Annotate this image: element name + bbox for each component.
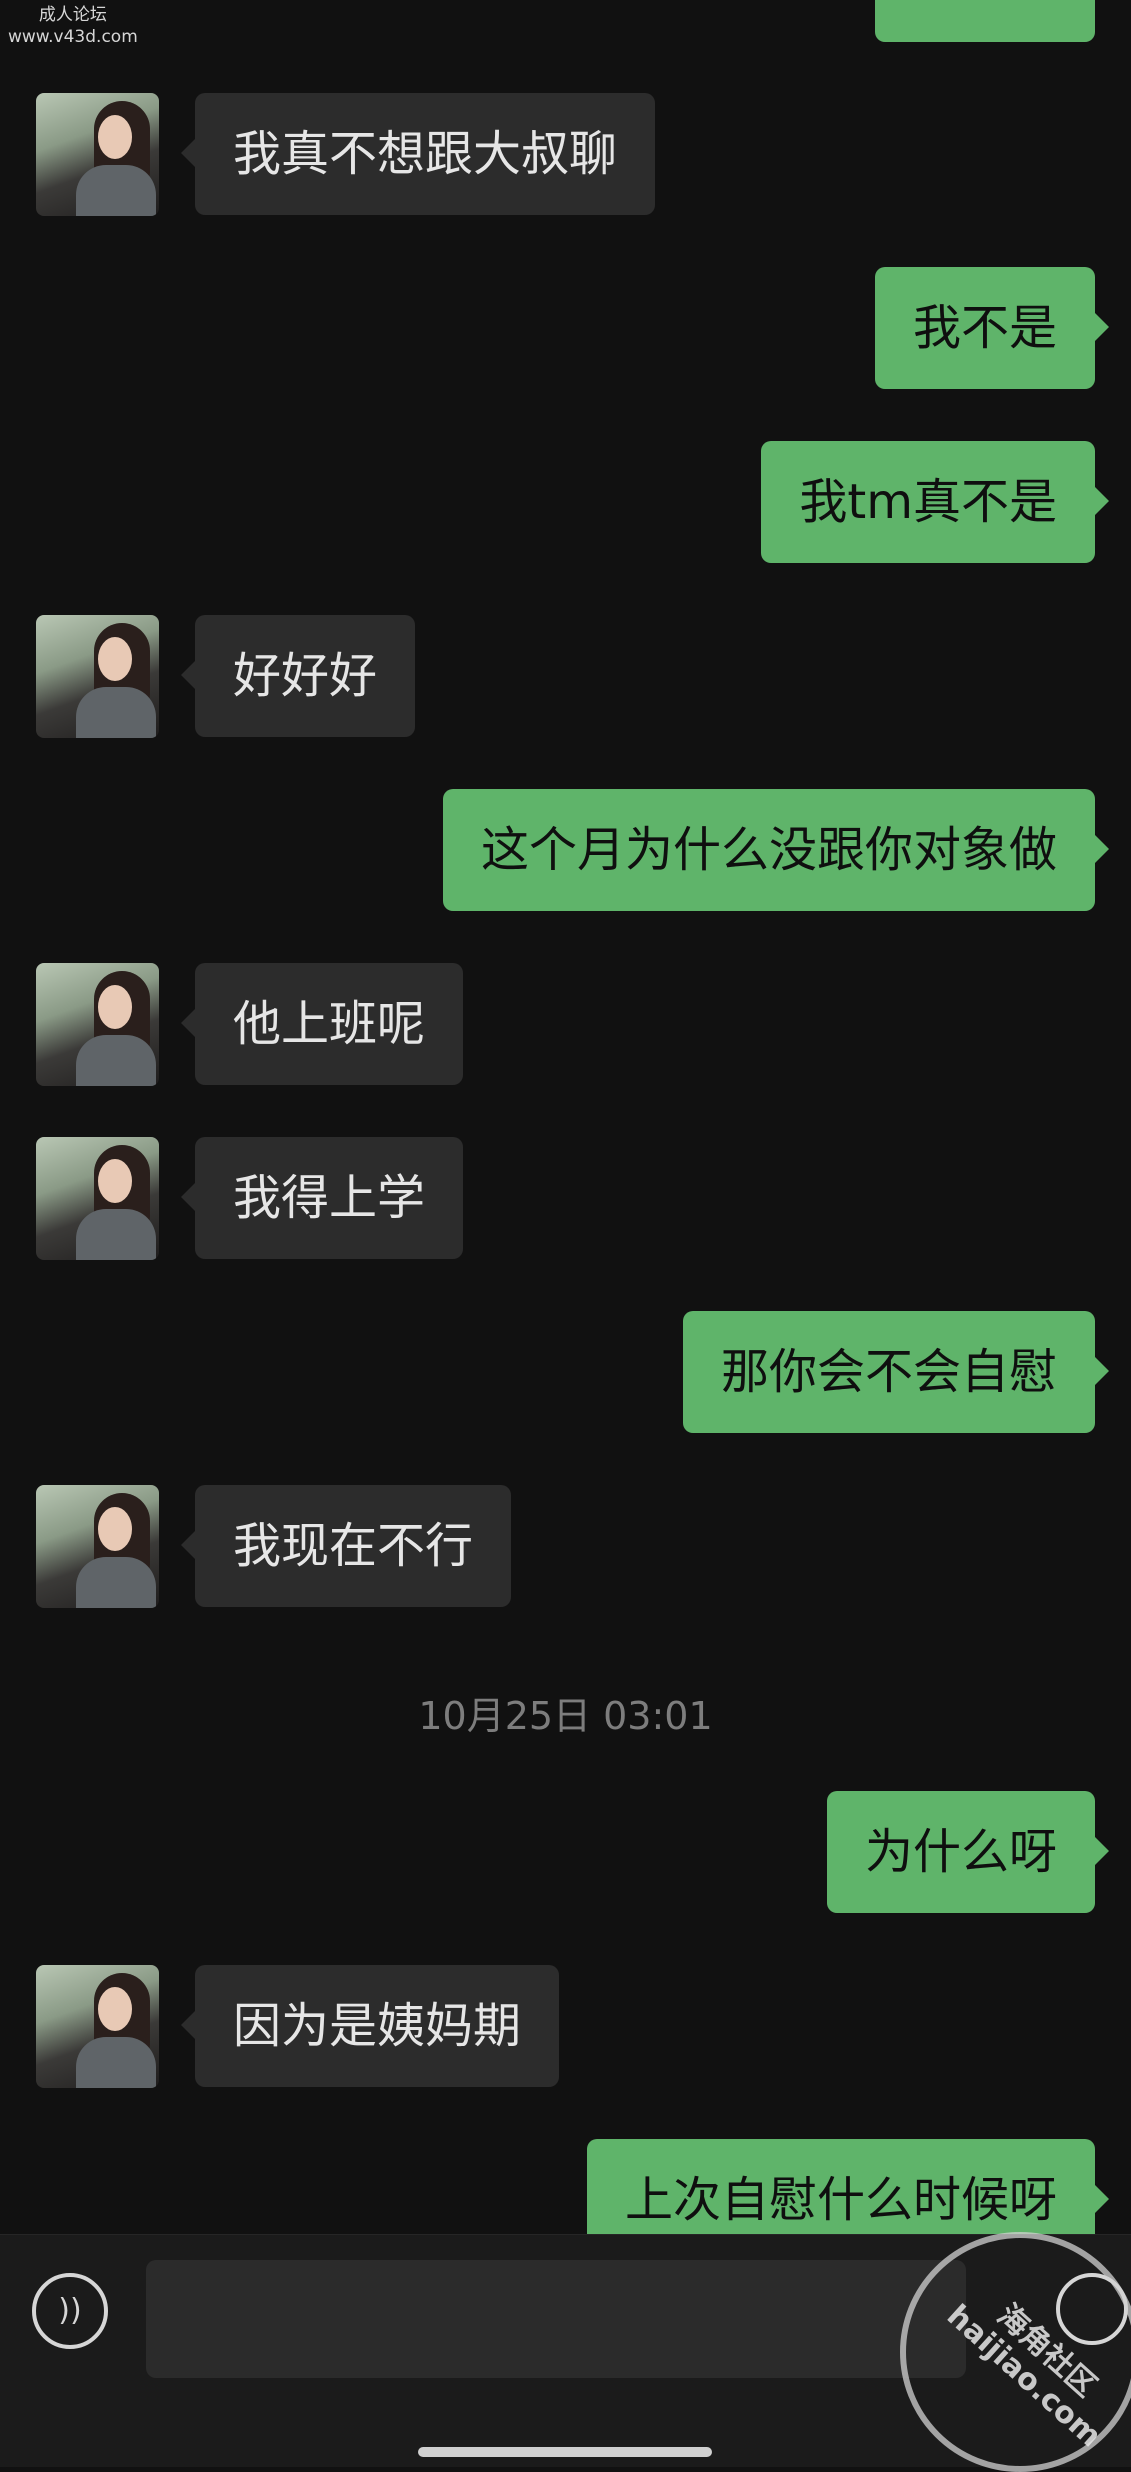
message-bubble-received[interactable]: 我现在不行 [180, 1485, 512, 1607]
message-bubble-received[interactable]: 我得上学 [180, 1137, 464, 1259]
message-bubble-sent[interactable]: 我tm真不是 [761, 441, 1109, 563]
site-watermark: 成人论坛 www.v43d.com [8, 5, 138, 47]
message-input[interactable] [146, 2260, 966, 2378]
message-bubble-sent[interactable]: 嗯嗯 [875, 0, 1095, 42]
voice-icon[interactable]: )) [32, 2273, 108, 2349]
contact-avatar[interactable] [36, 1485, 159, 1608]
contact-avatar[interactable] [36, 615, 159, 738]
contact-avatar[interactable] [36, 1137, 159, 1260]
message-bubble-sent[interactable]: 那你会不会自慰 [682, 1311, 1110, 1433]
message-bubble-received[interactable]: 他上班呢 [180, 963, 464, 1085]
chat-area: 成人论坛 www.v43d.com 嗯嗯 我真不想跟大叔聊 我不是 我tm真不是… [0, 0, 1131, 2234]
message-bubble-received[interactable]: 好好好 [180, 615, 416, 737]
contact-avatar[interactable] [36, 93, 159, 216]
contact-avatar[interactable] [36, 1965, 159, 2088]
message-bubble-received[interactable]: 因为是姨妈期 [180, 1965, 560, 2087]
home-indicator [418, 2447, 712, 2457]
message-bubble-received[interactable]: 我真不想跟大叔聊 [180, 93, 656, 215]
message-bubble-sent[interactable]: 这个月为什么没跟你对象做 [442, 789, 1110, 911]
message-bubble-sent[interactable]: 上次自慰什么时候呀 [586, 2139, 1110, 2234]
contact-avatar[interactable] [36, 963, 159, 1086]
message-bubble-sent[interactable]: 我不是 [874, 267, 1110, 389]
message-bubble-sent[interactable]: 为什么呀 [826, 1791, 1110, 1913]
timestamp-divider: 10月25日 03:01 [418, 1694, 713, 1738]
